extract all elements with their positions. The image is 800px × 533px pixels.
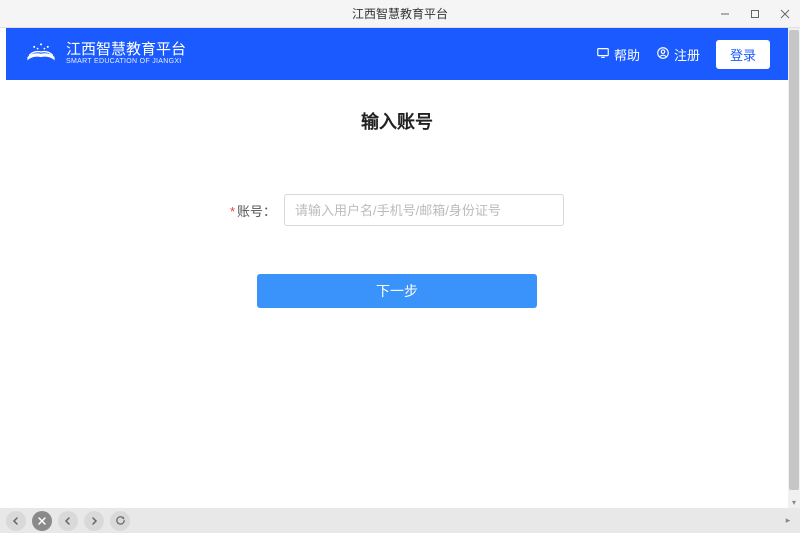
book-logo-icon (24, 40, 58, 69)
content-area: 江西智慧教育平台 SMART EDUCATION OF JIANGXI 帮助 (6, 28, 788, 508)
nav-next-button[interactable] (84, 511, 104, 531)
vertical-scrollbar[interactable]: ▾ (788, 28, 800, 508)
help-link[interactable]: 帮助 (596, 45, 640, 64)
window-titlebar: 江西智慧教育平台 (0, 0, 800, 28)
account-input[interactable] (284, 194, 564, 226)
minimize-button[interactable] (710, 0, 740, 27)
header-links: 帮助 注册 登录 (596, 40, 770, 69)
user-icon (656, 46, 670, 63)
login-label: 登录 (730, 48, 756, 63)
page-heading: 输入账号 (6, 108, 788, 134)
required-star-icon: * (230, 204, 235, 219)
logo-sub: SMART EDUCATION OF JIANGXI (66, 58, 186, 66)
maximize-button[interactable] (740, 0, 770, 27)
window-controls (710, 0, 800, 27)
register-label: 注册 (674, 45, 700, 64)
window-title: 江西智慧教育平台 (352, 5, 448, 22)
nav-close-button[interactable] (32, 511, 52, 531)
page-body: 输入账号 *账号： 下一步 (6, 80, 788, 308)
logo-main: 江西智慧教育平台 (66, 42, 186, 59)
next-button[interactable]: 下一步 (257, 274, 537, 308)
help-label: 帮助 (614, 45, 640, 64)
close-button[interactable] (770, 0, 800, 27)
form-area: *账号： 下一步 (6, 194, 788, 308)
register-link[interactable]: 注册 (656, 45, 700, 64)
account-label: *账号： (230, 201, 276, 220)
app-header: 江西智慧教育平台 SMART EDUCATION OF JIANGXI 帮助 (6, 28, 788, 80)
nav-refresh-button[interactable] (110, 511, 130, 531)
logo-text: 江西智慧教育平台 SMART EDUCATION OF JIANGXI (66, 42, 186, 66)
account-row: *账号： (230, 194, 564, 226)
scroll-right-icon[interactable]: ▸ (782, 515, 794, 527)
nav-back-button[interactable] (6, 511, 26, 531)
nav-prev-button[interactable] (58, 511, 78, 531)
account-label-text: 账号： (237, 204, 276, 219)
logo-block[interactable]: 江西智慧教育平台 SMART EDUCATION OF JIANGXI (24, 40, 186, 69)
scrollbar-thumb[interactable] (789, 30, 799, 490)
browser-bottom-bar: ▸ (0, 508, 800, 533)
login-button[interactable]: 登录 (716, 40, 770, 69)
monitor-icon (596, 46, 610, 63)
scroll-down-icon[interactable]: ▾ (788, 496, 800, 508)
